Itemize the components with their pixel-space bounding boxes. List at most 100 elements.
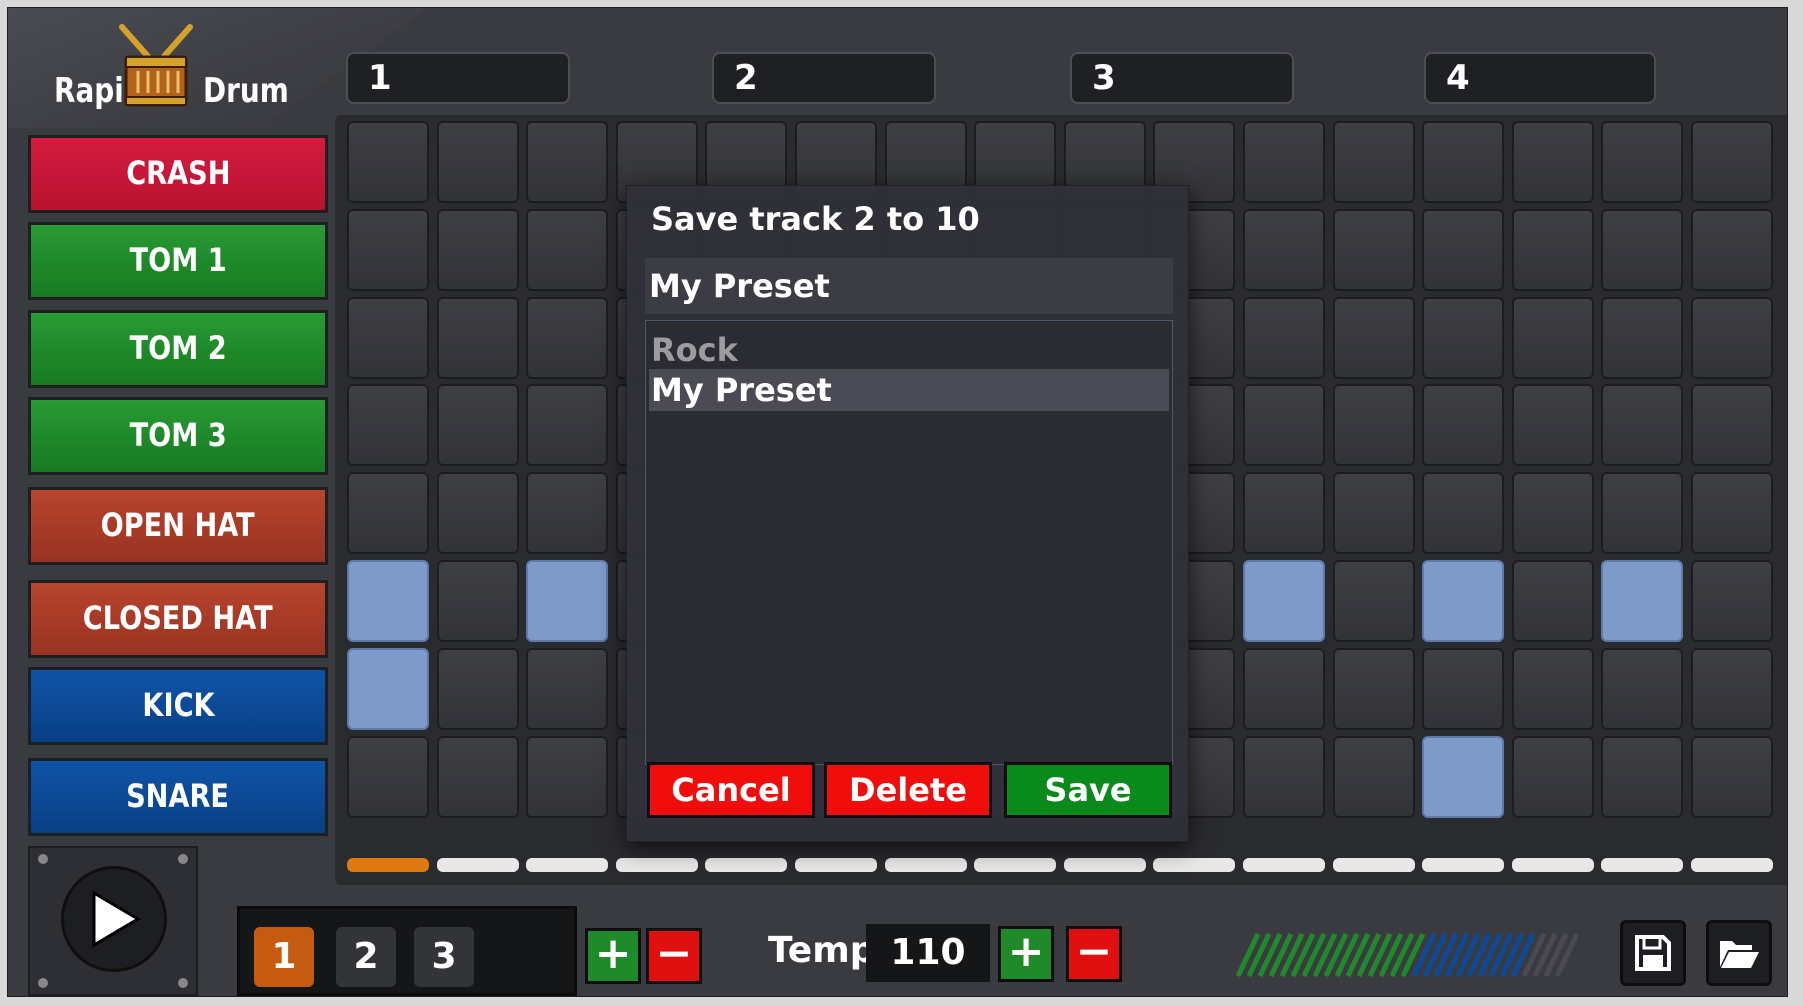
instrument-kick[interactable]: KICK [28, 667, 328, 745]
step-pad-r3-s13[interactable] [1422, 296, 1505, 379]
step-pad-r8-s15[interactable] [1601, 735, 1684, 818]
step-pad-r6-s14[interactable] [1511, 560, 1594, 642]
step-pad-r5-s13[interactable] [1422, 472, 1505, 555]
step-pad-r1-s1[interactable] [347, 121, 429, 203]
step-pad-r4-s3[interactable] [526, 384, 609, 467]
step-pad-r4-s16[interactable] [1691, 384, 1773, 467]
instrument-tom-1[interactable]: TOM 1 [28, 222, 328, 300]
step-pad-r5-s1[interactable] [347, 472, 429, 555]
measure-3-header[interactable]: 3 [1070, 52, 1294, 104]
step-pad-r1-s11[interactable] [1243, 121, 1325, 203]
instrument-tom-3[interactable]: TOM 3 [28, 397, 328, 475]
step-pad-r1-s12[interactable] [1332, 121, 1415, 203]
tempo-increase-button[interactable]: + [998, 926, 1054, 982]
step-pad-r8-s16[interactable] [1691, 735, 1773, 818]
step-pad-r5-s3[interactable] [526, 472, 609, 555]
step-pad-r1-s13[interactable] [1422, 121, 1505, 203]
step-pad-r4-s13[interactable] [1422, 384, 1505, 467]
step-pad-r7-s15[interactable] [1601, 647, 1684, 730]
step-pad-r6-s16[interactable] [1691, 560, 1773, 642]
instrument-snare[interactable]: SNARE [28, 758, 328, 836]
step-pad-r2-s16[interactable] [1691, 208, 1773, 291]
step-pad-r8-s11[interactable] [1243, 735, 1325, 818]
save-file-button[interactable] [1620, 920, 1686, 986]
step-pad-r7-s16[interactable] [1691, 647, 1773, 730]
measure-2-header[interactable]: 2 [712, 52, 936, 104]
preset-name-input[interactable] [645, 258, 1173, 314]
step-pad-r6-s15[interactable] [1601, 560, 1684, 642]
instrument-tom-2[interactable]: TOM 2 [28, 310, 328, 388]
step-pad-r6-s12[interactable] [1332, 560, 1415, 642]
step-pad-r3-s11[interactable] [1243, 296, 1325, 379]
track-button-3[interactable]: 3 [414, 927, 474, 987]
step-pad-r4-s2[interactable] [436, 384, 519, 467]
step-pad-r8-s3[interactable] [526, 735, 609, 818]
step-pad-r3-s3[interactable] [526, 296, 609, 379]
step-pad-r6-s1[interactable] [347, 560, 429, 642]
instrument-crash[interactable]: CRASH [28, 135, 328, 213]
step-pad-r7-s14[interactable] [1511, 647, 1594, 730]
step-pad-r4-s11[interactable] [1243, 384, 1325, 467]
step-pad-r8-s2[interactable] [436, 735, 519, 818]
step-pad-r5-s11[interactable] [1243, 472, 1325, 555]
instrument-open-hat[interactable]: OPEN HAT [28, 487, 328, 565]
step-pad-r2-s11[interactable] [1243, 208, 1325, 291]
measure-4-header[interactable]: 4 [1424, 52, 1656, 104]
step-pad-r1-s2[interactable] [436, 121, 519, 203]
step-pad-r1-s14[interactable] [1511, 121, 1594, 203]
open-file-button[interactable] [1706, 920, 1772, 986]
preset-list-item[interactable]: Rock [649, 329, 1169, 371]
step-pad-r5-s16[interactable] [1691, 472, 1773, 555]
track-button-2[interactable]: 2 [336, 927, 396, 987]
remove-track-button[interactable]: − [646, 928, 702, 984]
step-pad-r4-s15[interactable] [1601, 384, 1684, 467]
step-pad-r8-s14[interactable] [1511, 735, 1594, 818]
step-pad-r7-s13[interactable] [1422, 647, 1505, 730]
instrument-closed-hat[interactable]: CLOSED HAT [28, 580, 328, 658]
step-pad-r4-s1[interactable] [347, 384, 429, 467]
add-track-button[interactable]: + [585, 928, 641, 984]
step-pad-r2-s14[interactable] [1511, 208, 1594, 291]
step-pad-r2-s2[interactable] [436, 208, 519, 291]
step-pad-r3-s12[interactable] [1332, 296, 1415, 379]
track-button-1[interactable]: 1 [254, 927, 314, 987]
step-pad-r5-s15[interactable] [1601, 472, 1684, 555]
step-pad-r2-s1[interactable] [347, 208, 429, 291]
step-pad-r6-s13[interactable] [1422, 560, 1505, 642]
preset-list[interactable]: Rock My Preset [645, 320, 1173, 765]
preset-list-item-selected[interactable]: My Preset [649, 369, 1169, 411]
step-pad-r2-s15[interactable] [1601, 208, 1684, 291]
step-pad-r7-s11[interactable] [1243, 647, 1325, 730]
step-pad-r7-s3[interactable] [526, 647, 609, 730]
step-pad-r8-s1[interactable] [347, 735, 429, 818]
step-pad-r7-s12[interactable] [1332, 647, 1415, 730]
step-pad-r3-s14[interactable] [1511, 296, 1594, 379]
step-pad-r6-s3[interactable] [526, 560, 609, 642]
step-pad-r3-s1[interactable] [347, 296, 429, 379]
step-pad-r6-s11[interactable] [1243, 560, 1325, 642]
step-pad-r3-s16[interactable] [1691, 296, 1773, 379]
step-pad-r2-s13[interactable] [1422, 208, 1505, 291]
measure-1-header[interactable]: 1 [346, 52, 570, 104]
step-pad-r4-s12[interactable] [1332, 384, 1415, 467]
step-pad-r2-s12[interactable] [1332, 208, 1415, 291]
delete-button[interactable]: Delete [824, 762, 992, 818]
step-pad-r5-s12[interactable] [1332, 472, 1415, 555]
cancel-button[interactable]: Cancel [647, 762, 815, 818]
step-pad-r7-s2[interactable] [436, 647, 519, 730]
step-pad-r8-s12[interactable] [1332, 735, 1415, 818]
step-pad-r4-s14[interactable] [1511, 384, 1594, 467]
step-pad-r6-s2[interactable] [436, 560, 519, 642]
step-pad-r8-s13[interactable] [1422, 735, 1505, 818]
step-pad-r5-s14[interactable] [1511, 472, 1594, 555]
step-pad-r3-s15[interactable] [1601, 296, 1684, 379]
step-pad-r1-s16[interactable] [1691, 121, 1773, 203]
step-pad-r1-s3[interactable] [526, 121, 609, 203]
save-button[interactable]: Save [1004, 762, 1172, 818]
step-pad-r7-s1[interactable] [347, 647, 429, 730]
tempo-decrease-button[interactable]: − [1066, 926, 1122, 982]
step-pad-r5-s2[interactable] [436, 472, 519, 555]
step-pad-r3-s2[interactable] [436, 296, 519, 379]
play-button[interactable] [61, 866, 167, 972]
step-pad-r2-s3[interactable] [526, 208, 609, 291]
